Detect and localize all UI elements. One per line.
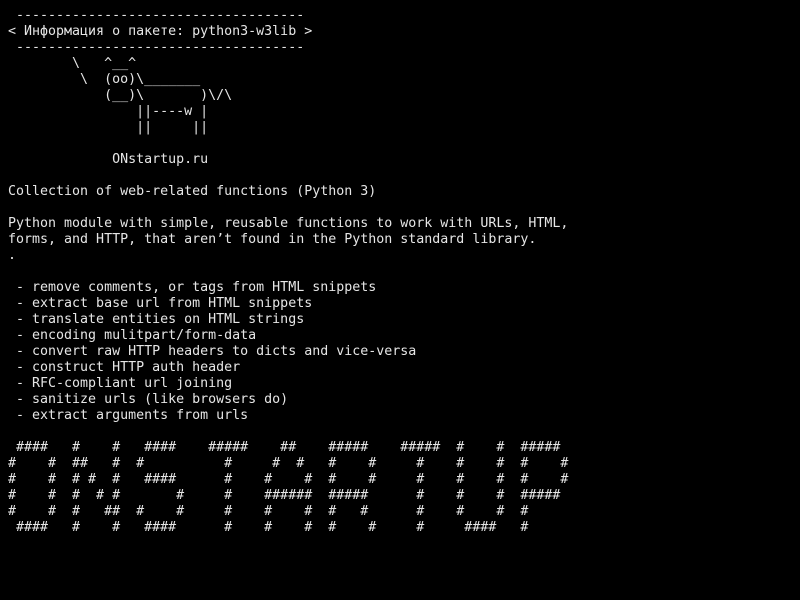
ascii-banner-line: # # # # # # # ###### ##### # # # ##### (8, 488, 561, 503)
description-line: forms, and HTTP, that aren’t found in th… (8, 232, 537, 247)
cow-art-line: (__)\ )\/\ (8, 88, 233, 103)
cow-art-line: || || (8, 120, 209, 135)
feature-list-item: - extract base url from HTML snippets (8, 296, 313, 311)
feature-list-item: - extract arguments from urls (8, 408, 249, 423)
feature-list-item: - remove comments, or tags from HTML sni… (8, 280, 377, 295)
feature-list-item: - encoding mulitpart/form-data (8, 328, 257, 343)
package-summary: Collection of web-related functions (Pyt… (8, 184, 377, 199)
feature-list-item: - sanitize urls (like browsers do) (8, 392, 289, 407)
terminal-screen[interactable]: ------------------------------------ < И… (0, 0, 800, 600)
terminal-output: ------------------------------------ < И… (8, 8, 568, 536)
cow-art-line: ||----w | (8, 104, 209, 119)
banner-border-top: ------------------------------------ (8, 8, 305, 23)
feature-list-item: - translate entities on HTML strings (8, 312, 305, 327)
description-separator: . (8, 248, 17, 263)
feature-list-item: - RFC-compliant url joining (8, 376, 233, 391)
feature-list-item: - construct HTTP auth header (8, 360, 241, 375)
banner-title: < Информация о пакете: python3-w3lib > (8, 24, 313, 39)
ascii-banner-line: # # ## # # # # # # # # # # # # (8, 456, 569, 471)
site-caption: ONstartup.ru (8, 152, 209, 167)
ascii-banner-line: #### # # #### ##### ## ##### ##### # # #… (8, 440, 561, 455)
ascii-banner-line: # # # ## # # # # # # # # # # # (8, 504, 529, 519)
banner-border-bottom: ------------------------------------ (8, 40, 305, 55)
ascii-banner-line: #### # # #### # # # # # # #### # (8, 520, 529, 535)
cow-art-line: \ ^__^ (8, 56, 137, 71)
feature-list-item: - convert raw HTTP headers to dicts and … (8, 344, 417, 359)
ascii-banner-line: # # # # # #### # # # # # # # # # # (8, 472, 569, 487)
description-line: Python module with simple, reusable func… (8, 216, 569, 231)
cow-art-line: \ (oo)\_______ (8, 72, 201, 87)
